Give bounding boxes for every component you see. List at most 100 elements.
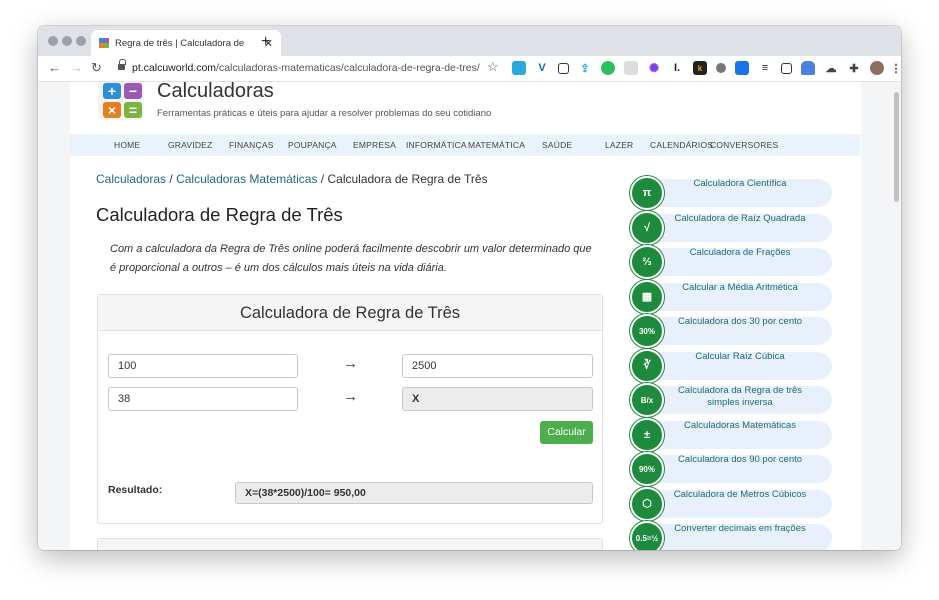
nav-informatica[interactable]: INFORMÁTICA <box>406 140 467 150</box>
sidebar-item-label: Calculadora de Metros Cúbicos <box>673 488 807 500</box>
back-icon[interactable]: ← <box>48 60 61 75</box>
nav-matematica[interactable]: MATEMÁTICA <box>468 140 525 150</box>
maximize-window-button[interactable] <box>76 36 86 46</box>
sidebar-item[interactable]: ⬡ Calculadora de Metros Cúbicos <box>630 486 832 521</box>
tab-title: Regra de três | Calculadora de <box>115 37 245 49</box>
extension-icon[interactable]: I. <box>670 61 684 75</box>
extension-icon[interactable] <box>716 63 726 73</box>
cube-icon: ⬡ <box>630 486 664 521</box>
sidebar-item[interactable]: ⅔ Calculadora de Frações <box>630 245 832 279</box>
calculate-button[interactable]: Calcular <box>540 421 593 444</box>
evernote-icon[interactable] <box>601 61 615 75</box>
unknown-x-field: X <box>402 387 593 411</box>
sidebar-item[interactable]: ∛ Calcular Raíz Cúbica <box>630 348 832 383</box>
breadcrumb-calculadoras[interactable]: Calculadoras <box>96 172 166 186</box>
logo-plus: + <box>103 83 121 99</box>
sidebar-item-label: Calcular Raíz Cúbica <box>695 350 785 362</box>
extension-icon[interactable]: ≡ <box>758 61 772 75</box>
extension-icon[interactable] <box>801 61 815 75</box>
nav-empresa[interactable]: EMPRESA <box>353 140 396 150</box>
breadcrumb-separator: / <box>166 172 177 186</box>
extension-icon[interactable]: ✺ <box>647 61 661 75</box>
cloud-icon[interactable]: ☁ <box>824 61 838 75</box>
puzzle-icon[interactable]: ✚ <box>847 61 861 75</box>
sidebar-item[interactable]: B/x Calculadora da Regra de três simples … <box>630 383 832 417</box>
avatar[interactable] <box>870 61 884 75</box>
main-nav: HOME GRAVIDEZ FINANÇAS POUPANÇA EMPRESA … <box>70 134 860 156</box>
sidebar-item-label: Calculadora dos 90 por cento <box>677 454 803 465</box>
breadcrumb: Calculadoras / Calculadoras Matemáticas … <box>96 172 488 186</box>
extension-icon[interactable]: k <box>693 61 707 75</box>
site-logo[interactable]: + − × = <box>98 82 144 120</box>
breadcrumb-separator: / <box>317 172 328 186</box>
nav-calendarios[interactable]: CALENDÁRIOS <box>650 140 713 150</box>
breadcrumb-current: Calculadora de Regra de Três <box>327 172 488 186</box>
sidebar-item[interactable]: 90% Calculadora dos 90 por cento <box>630 452 832 486</box>
scrollbar[interactable] <box>894 92 899 202</box>
sidebar-item[interactable]: ▦ Calcular a Média Aritmética <box>630 279 832 314</box>
url-path: /calculadoras-matematicas/calculadora-de… <box>216 62 480 74</box>
page-title: Calculadora de Regra de Três <box>96 204 343 225</box>
value-a-input[interactable] <box>108 354 298 378</box>
minimize-window-button[interactable] <box>62 36 72 46</box>
nav-conversores[interactable]: CONVERSORES <box>710 140 778 150</box>
cube-root-icon: ∛ <box>630 348 664 383</box>
lock-icon <box>118 59 126 71</box>
result-label: Resultado: <box>108 484 163 496</box>
share-extension-icon[interactable]: ⇪ <box>578 61 592 75</box>
value-c-input[interactable] <box>108 387 298 411</box>
site-tagline: Ferramentas práticas e úteis para ajudar… <box>157 108 492 119</box>
bookmark-star-icon[interactable]: ☆ <box>487 59 499 75</box>
extension-icon[interactable] <box>512 61 526 75</box>
nav-financas[interactable]: FINANÇAS <box>229 140 274 150</box>
extension-icon[interactable] <box>781 62 792 74</box>
nav-saude[interactable]: SAÚDE <box>542 140 572 150</box>
sidebar-item-label: Calculadora Científica <box>693 178 787 189</box>
percent-90-icon: 90% <box>630 452 664 486</box>
page-gutter-left <box>38 82 70 550</box>
breadcrumb-matematicas[interactable]: Calculadoras Matemáticas <box>176 172 317 186</box>
sidebar-item[interactable]: √ Calculadora de Raíz Quadrada <box>630 210 832 245</box>
percent-30-icon: 30% <box>630 314 664 348</box>
chart-icon: ▦ <box>630 279 664 314</box>
extension-icon[interactable]: V <box>535 61 549 75</box>
browser-toolbar: ← → ↻ pt.calcuworld.com/calculadoras-mat… <box>38 56 901 82</box>
extension-icon[interactable] <box>624 61 638 75</box>
sidebar-item[interactable]: ± Calculadoras Matemáticas <box>630 417 832 452</box>
reload-icon[interactable]: ↻ <box>91 60 102 76</box>
intro-text: Com a calculadora da Regra de Três onlin… <box>110 243 592 274</box>
sidebar-item-label: Calculadora dos 30 por cento <box>677 316 803 327</box>
sidebar-item-label: Calculadora de Frações <box>689 247 791 258</box>
sidebar-item-label: Calculadora de Raíz Quadrada <box>674 212 806 224</box>
forward-icon[interactable]: → <box>70 60 83 75</box>
arrow-icon: → <box>343 388 358 405</box>
menu-icon[interactable]: ⋮ <box>891 61 902 75</box>
sidebar-item-label: Converter decimais em frações <box>674 523 806 534</box>
nav-gravidez[interactable]: GRAVIDEZ <box>168 140 212 150</box>
logo-equals: = <box>124 102 142 118</box>
fraction-icon: ⅔ <box>630 245 664 279</box>
extensions-bar: V ⇪ ✺ I. k ≡ ☁ ✚ ⋮ <box>512 61 902 75</box>
value-b-input[interactable] <box>402 354 593 378</box>
address-bar[interactable]: pt.calcuworld.com/calculadoras-matematic… <box>132 62 480 74</box>
pi-icon: π <box>630 176 664 210</box>
nav-lazer[interactable]: LAZER <box>605 140 633 150</box>
nav-poupanca[interactable]: POUPANÇA <box>288 140 337 150</box>
site-name[interactable]: Calculadoras <box>157 82 274 103</box>
extension-icon[interactable] <box>735 61 749 75</box>
calculator-icon: ± <box>630 417 664 452</box>
next-section-card <box>97 538 603 550</box>
new-tab-button[interactable]: + <box>261 33 270 51</box>
sidebar-item[interactable]: π Calculadora Científica <box>630 176 832 210</box>
extension-icon[interactable] <box>558 62 569 74</box>
sidebar-item[interactable]: 0.5=½ Converter decimais em frações <box>630 521 832 550</box>
rule-of-three-icon: B/x <box>630 383 664 417</box>
arrow-icon: → <box>343 355 358 372</box>
sidebar-item-label: Calcular a Média Aritmética <box>682 281 798 293</box>
sidebar-item-label: Calculadora da Regra de três simples inv… <box>677 385 803 408</box>
tab-strip: Regra de três | Calculadora de ✕ + <box>38 26 901 56</box>
nav-home[interactable]: HOME <box>114 140 140 150</box>
sidebar-item[interactable]: 30% Calculadora dos 30 por cento <box>630 314 832 348</box>
close-window-button[interactable] <box>48 36 58 46</box>
browser-tab[interactable]: Regra de três | Calculadora de ✕ <box>91 30 281 56</box>
